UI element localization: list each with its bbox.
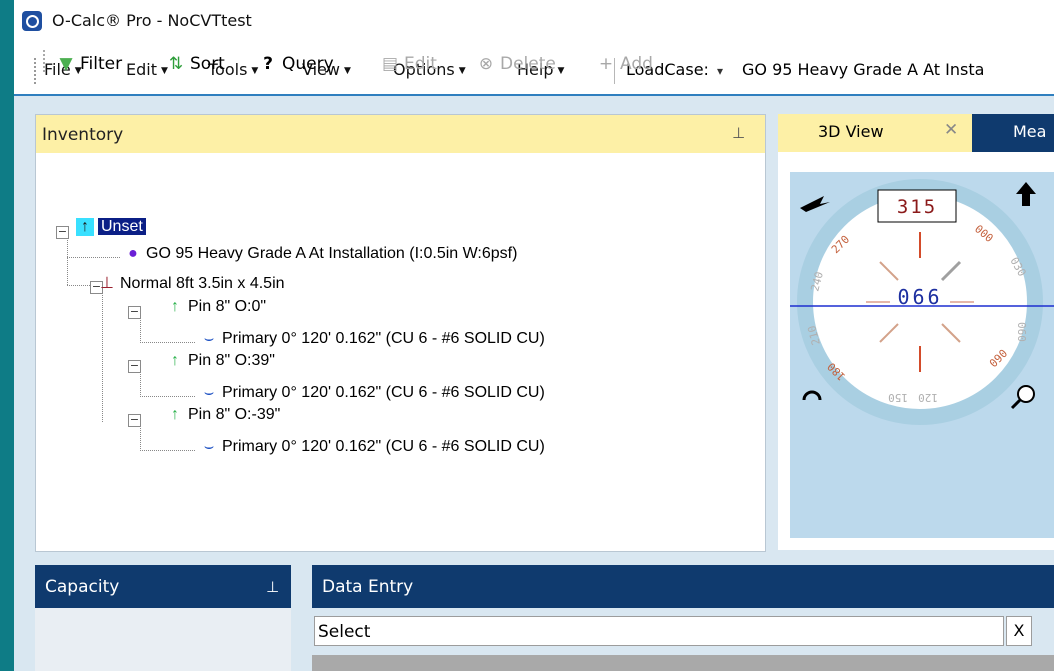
filter-label: Filter xyxy=(80,54,123,74)
tree-node-pin[interactable]: ↑ Pin 8" O:0" xyxy=(166,298,266,316)
menu-edit[interactable]: Edit ▼ xyxy=(126,60,168,79)
window-left-border xyxy=(0,0,14,671)
tree-node-wire[interactable]: ⌣ Primary 0° 120' 0.162" (CU 6 - #6 SOLID… xyxy=(200,438,545,456)
tree-node-crossarm[interactable]: ⊥ Normal 8ft 3.5in x 4.5in xyxy=(98,273,285,293)
window-title: O-Calc® Pro - NoCVTtest xyxy=(52,11,252,30)
query-icon: ? xyxy=(263,54,273,74)
delete-icon: ⊗ xyxy=(478,54,494,74)
capacity-body xyxy=(35,608,291,671)
data-entry-grid xyxy=(312,655,1054,671)
query-button[interactable]: ? Query xyxy=(258,54,334,74)
tree-node-root-label: Unset xyxy=(98,218,146,235)
toolbar-overflow-icon[interactable]: ▾ xyxy=(717,64,723,78)
edit-button[interactable]: ▤ Edit xyxy=(380,54,437,74)
loadcase-icon: ● xyxy=(128,245,138,262)
sort-button[interactable]: ⇅ Sort xyxy=(166,54,225,74)
tree-connector xyxy=(140,342,196,343)
add-button[interactable]: + Add xyxy=(596,54,653,74)
wire-icon: ⌣ xyxy=(203,438,215,455)
wire-icon: ⌣ xyxy=(203,384,215,401)
tree-connector xyxy=(67,236,68,286)
tree-node-pin-label: Pin 8" O:39" xyxy=(188,352,275,369)
eye-angle-icon[interactable] xyxy=(800,196,830,212)
heading-top-value: 315 xyxy=(897,196,937,218)
filter-button[interactable]: ▼ Filter xyxy=(56,54,122,74)
tree-node-wire[interactable]: ⌣ Primary 0° 120' 0.162" (CU 6 - #6 SOLID… xyxy=(200,330,545,348)
tree-node-pin[interactable]: ↑ Pin 8" O:39" xyxy=(166,352,275,370)
tree-node-wire-label: Primary 0° 120' 0.162" (CU 6 - #6 SOLID … xyxy=(222,384,545,401)
tree-node-pin-label: Pin 8" O:0" xyxy=(188,298,267,315)
tree-node-wire-label: Primary 0° 120' 0.162" (CU 6 - #6 SOLID … xyxy=(222,438,545,455)
toolbar-grip[interactable] xyxy=(43,50,45,74)
chevron-down-icon: ▼ xyxy=(557,66,565,76)
heading-center-value: 066 xyxy=(897,285,942,309)
edit-label: Edit xyxy=(404,54,437,74)
tree-node-crossarm-label: Normal 8ft 3.5in x 4.5in xyxy=(120,275,285,292)
edit-icon: ▤ xyxy=(381,54,399,74)
wire-icon: ⌣ xyxy=(203,330,215,347)
clear-button[interactable]: X xyxy=(1006,616,1032,646)
tree-collapse-button[interactable]: − xyxy=(128,306,141,319)
pin-insulator-icon: ↑ xyxy=(171,352,179,369)
zoom-handle-icon xyxy=(1010,398,1022,410)
chevron-down-icon: ▼ xyxy=(343,66,351,76)
inventory-title: Inventory xyxy=(42,125,124,145)
arrow-up-icon[interactable] xyxy=(1016,182,1036,206)
tree-connector xyxy=(140,426,141,450)
data-entry-header xyxy=(312,565,1054,608)
delete-label: Delete xyxy=(500,54,556,74)
compass-label: 060 xyxy=(1015,322,1028,342)
rotate-icon[interactable] xyxy=(802,390,822,401)
tree-node-pin[interactable]: ↑ Pin 8" O:-39" xyxy=(166,406,280,424)
tree-node-loadcase-label: GO 95 Heavy Grade A At Installation (I:0… xyxy=(146,245,518,262)
data-entry-title: Data Entry xyxy=(322,577,414,597)
tree-node-root[interactable]: ↑ Unset xyxy=(76,218,146,236)
view-compass[interactable]: 270 240 210 180 150 120 090 060 030 000 … xyxy=(790,172,1054,432)
pin-insulator-icon: ↑ xyxy=(171,298,179,315)
tree-connector xyxy=(140,318,141,342)
crossarm-icon: ⊥ xyxy=(100,275,114,292)
inventory-header: Inventory ⊥ xyxy=(36,115,765,153)
sort-label: Sort xyxy=(190,54,225,74)
delete-button[interactable]: ⊗ Delete xyxy=(476,54,556,74)
compass-label: 150 xyxy=(888,391,908,404)
tree-connector xyxy=(140,396,196,397)
sort-icon: ⇅ xyxy=(168,54,184,74)
tree-collapse-button[interactable]: − xyxy=(56,226,69,239)
data-entry-select[interactable] xyxy=(314,616,1004,646)
add-label: Add xyxy=(620,54,653,74)
tree-node-loadcase[interactable]: ● GO 95 Heavy Grade A At Installation (I:… xyxy=(124,245,517,263)
capacity-title: Capacity xyxy=(45,577,120,597)
add-icon: + xyxy=(598,54,614,74)
tree-connector xyxy=(140,450,196,451)
pole-icon: ↑ xyxy=(76,218,94,236)
tab-measure-label: Mea xyxy=(1013,122,1047,141)
filter-icon: ▼ xyxy=(59,54,73,74)
close-icon[interactable]: ✕ xyxy=(944,120,958,140)
zoom-icon[interactable] xyxy=(1017,385,1035,403)
tree-node-wire-label: Primary 0° 120' 0.162" (CU 6 - #6 SOLID … xyxy=(222,330,545,347)
tree-connector xyxy=(102,293,103,423)
chevron-down-icon: ▼ xyxy=(458,66,466,76)
tree-connector xyxy=(140,372,141,396)
tree-collapse-button[interactable]: − xyxy=(128,360,141,373)
loadcase-dropdown[interactable]: GO 95 Heavy Grade A At Insta xyxy=(742,60,984,79)
tree-node-pin-label: Pin 8" O:-39" xyxy=(188,406,281,423)
pin-insulator-icon: ↑ xyxy=(171,406,179,423)
app-logo-icon xyxy=(22,11,42,31)
tree-collapse-button[interactable]: − xyxy=(128,414,141,427)
menu-grip[interactable] xyxy=(34,58,36,84)
tree-node-wire[interactable]: ⌣ Primary 0° 120' 0.162" (CU 6 - #6 SOLID… xyxy=(200,384,545,402)
compass-label: 120 xyxy=(918,391,938,404)
menu-edit-label: Edit xyxy=(126,60,157,79)
pin-icon[interactable]: ⊥ xyxy=(266,578,279,596)
query-label: Query xyxy=(282,54,334,74)
data-entry-select-text: Select xyxy=(318,622,371,642)
pin-icon[interactable]: ⊥ xyxy=(732,124,745,142)
tree-connector xyxy=(67,257,121,258)
tab-3d-view-label: 3D View xyxy=(818,122,884,141)
